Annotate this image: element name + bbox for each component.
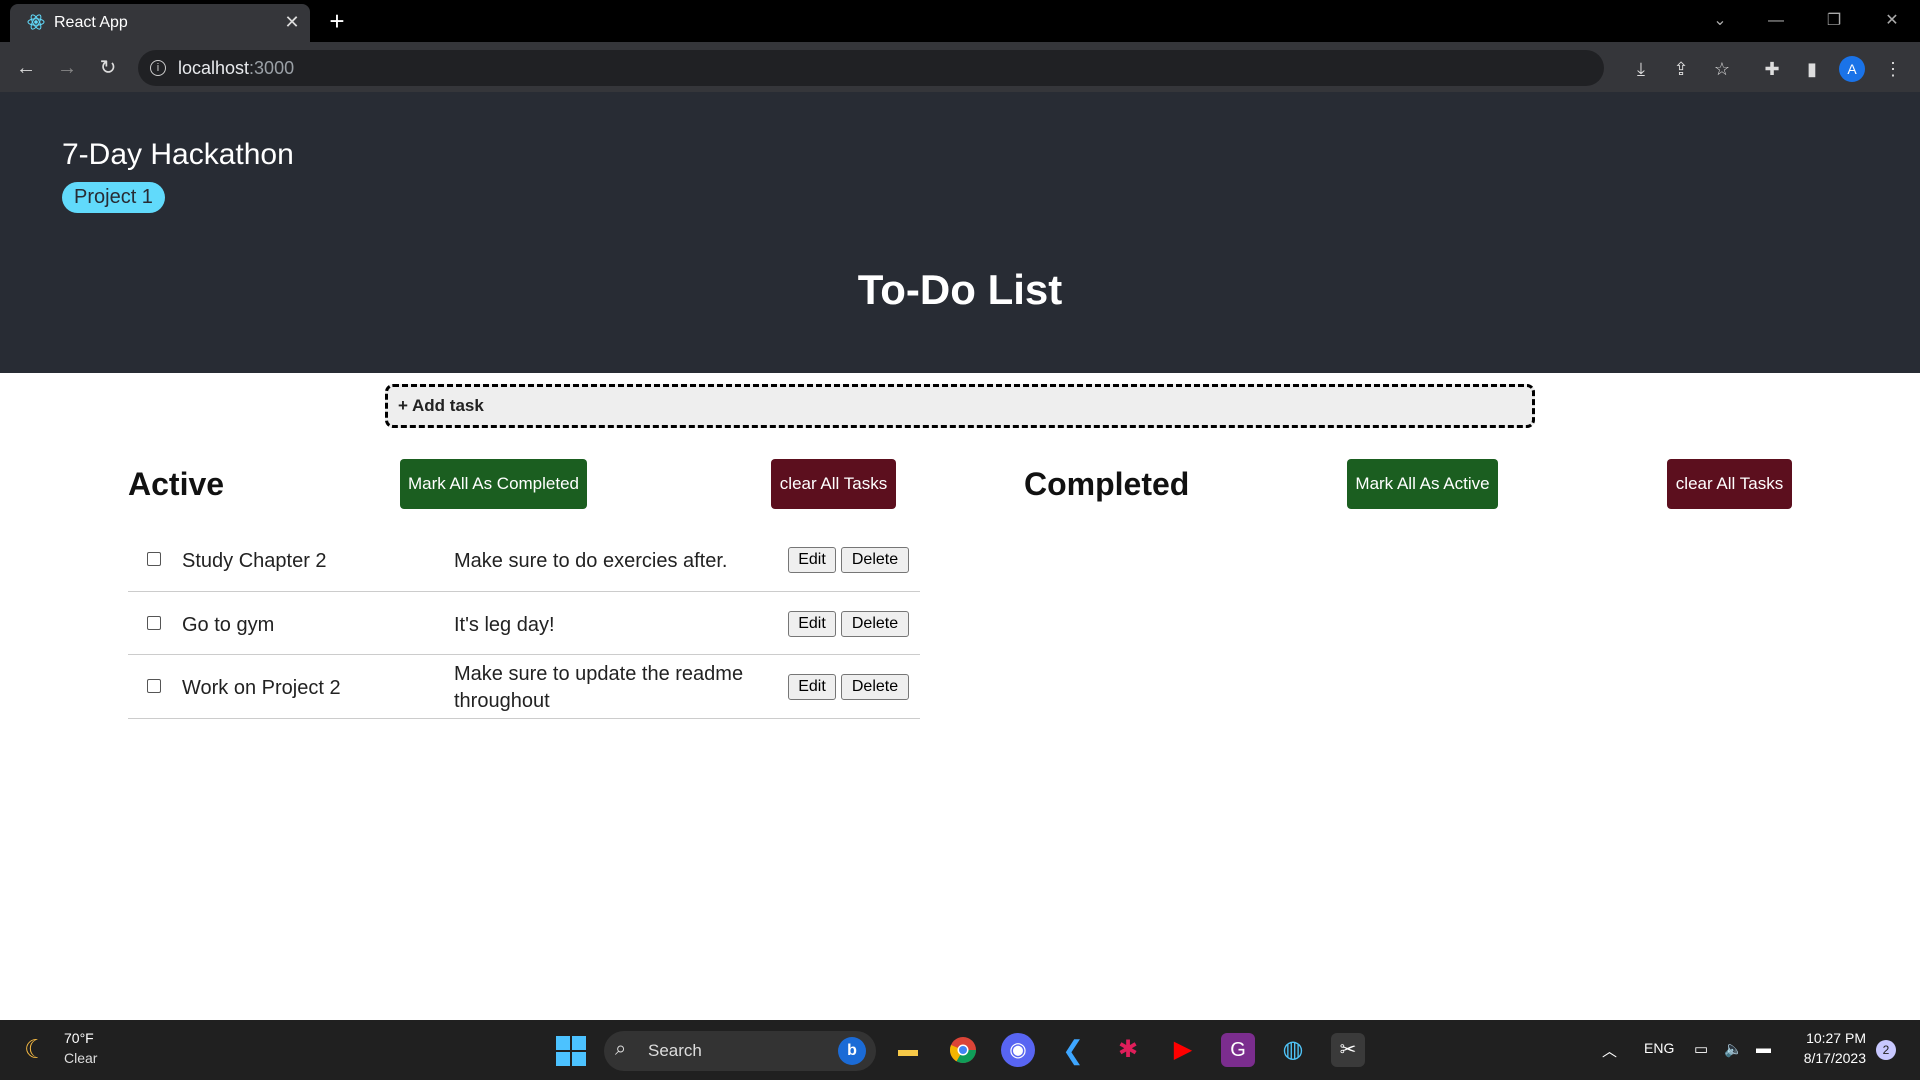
address-bar[interactable]	[138, 50, 1604, 86]
close-window-icon[interactable]: ✕	[1872, 8, 1912, 34]
network-icon[interactable]: ▭	[1694, 1040, 1708, 1058]
mark-all-completed-button[interactable]: Mark All As Completed	[400, 459, 587, 509]
project-badge: Project 1	[62, 182, 165, 213]
url-port: :3000	[249, 58, 295, 78]
share-icon[interactable]: ⇪	[1668, 56, 1694, 82]
back-icon[interactable]: ←	[12, 54, 40, 82]
task-checkbox[interactable]	[147, 552, 161, 566]
react-logo-icon	[27, 14, 45, 30]
clear-active-tasks-button[interactable]: clear All Tasks	[771, 459, 896, 509]
file-explorer-icon[interactable]: ▬	[891, 1033, 925, 1067]
close-tab-icon[interactable]: ✕	[280, 10, 304, 34]
browser-tab[interactable]: React App ✕	[10, 4, 310, 42]
task-row: Study Chapter 2 Make sure to do exercies…	[128, 528, 920, 592]
reload-icon[interactable]: ↻	[94, 54, 122, 82]
bookmark-star-icon[interactable]: ☆	[1709, 56, 1735, 82]
volume-icon[interactable]: 🔈	[1724, 1040, 1743, 1058]
page-title: To-Do List	[857, 266, 1063, 313]
task-checkbox[interactable]	[147, 616, 161, 630]
restore-icon[interactable]: ❐	[1814, 8, 1854, 34]
side-panel-icon[interactable]: ▮	[1799, 56, 1825, 82]
vscode-icon[interactable]: ❮	[1056, 1033, 1090, 1067]
task-description: Make sure to update the readme throughou…	[454, 663, 744, 712]
page-header	[0, 92, 1920, 373]
tab-title: React App	[54, 14, 128, 31]
task-description: Make sure to do exercies after.	[454, 550, 728, 572]
install-app-icon[interactable]: ⤓	[1628, 56, 1654, 82]
mark-all-active-button[interactable]: Mark All As Active	[1347, 459, 1498, 509]
taskbar-search[interactable]	[604, 1031, 876, 1071]
taskbar-clock[interactable]: 10:27 PM 8/17/2023	[1790, 1030, 1866, 1066]
clock-date: 8/17/2023	[1803, 1050, 1866, 1066]
site-info-icon[interactable]: i	[150, 60, 166, 76]
browser-globe-icon[interactable]: ◍	[1276, 1033, 1310, 1067]
edit-button[interactable]: Edit	[788, 547, 836, 573]
task-name: Go to gym	[182, 614, 275, 636]
url-host: localhost	[178, 58, 250, 78]
profile-avatar[interactable]: A	[1839, 56, 1865, 82]
task-name: Study Chapter 2	[182, 550, 327, 572]
task-name: Work on Project 2	[182, 677, 341, 699]
task-checkbox[interactable]	[147, 679, 161, 693]
add-task-button[interactable]: + Add task	[385, 384, 1535, 428]
show-hidden-icons[interactable]: ︿	[1602, 1040, 1617, 1061]
new-tab-icon[interactable]: +	[324, 8, 350, 34]
pdf-app-icon[interactable]: G	[1221, 1033, 1255, 1067]
search-icon: ⌕	[615, 1038, 627, 1060]
bing-icon[interactable]: b	[838, 1037, 866, 1065]
delete-button[interactable]: Delete	[841, 547, 909, 573]
edit-button[interactable]: Edit	[788, 674, 836, 700]
active-section-title: Active	[128, 466, 225, 502]
completed-section-title: Completed	[1024, 466, 1190, 502]
forward-icon[interactable]: →	[53, 54, 81, 82]
snipping-tool-icon[interactable]: ✂	[1331, 1033, 1365, 1067]
hackathon-title: 7-Day Hackathon	[62, 138, 294, 171]
windows-start-icon[interactable]	[556, 1036, 586, 1066]
weather-moon-icon[interactable]: ☾	[24, 1034, 54, 1064]
tab-search-icon[interactable]: ⌄	[1700, 8, 1740, 34]
more-menu-icon[interactable]: ⋮	[1880, 56, 1906, 82]
edit-button[interactable]: Edit	[788, 611, 836, 637]
extensions-icon[interactable]: ✚	[1759, 56, 1785, 82]
clock-time: 10:27 PM	[1806, 1030, 1866, 1046]
clear-completed-tasks-button[interactable]: clear All Tasks	[1667, 459, 1792, 509]
task-description: It's leg day!	[454, 614, 555, 636]
chrome-logo	[949, 1037, 977, 1064]
task-row: Go to gym It's leg day! Edit Delete	[128, 592, 920, 655]
chrome-icon[interactable]	[946, 1033, 980, 1067]
notification-badge[interactable]: 2	[1876, 1040, 1896, 1060]
weather-temperature[interactable]: 70°F	[64, 1030, 94, 1046]
delete-button[interactable]: Delete	[841, 611, 909, 637]
url-text[interactable]: localhost:3000	[178, 58, 294, 79]
delete-button[interactable]: Delete	[841, 674, 909, 700]
discord-icon[interactable]: ◉	[1001, 1033, 1035, 1067]
weather-condition[interactable]: Clear	[64, 1050, 97, 1066]
youtube-icon[interactable]: ▶	[1166, 1033, 1200, 1067]
search-label: Search	[648, 1041, 702, 1060]
minimize-icon[interactable]: —	[1756, 8, 1796, 34]
slack-icon[interactable]: ✱	[1111, 1033, 1145, 1067]
task-row: Work on Project 2 Make sure to update th…	[128, 655, 920, 719]
language-indicator[interactable]: ENG	[1644, 1040, 1674, 1056]
battery-icon[interactable]: ▬	[1756, 1040, 1771, 1057]
